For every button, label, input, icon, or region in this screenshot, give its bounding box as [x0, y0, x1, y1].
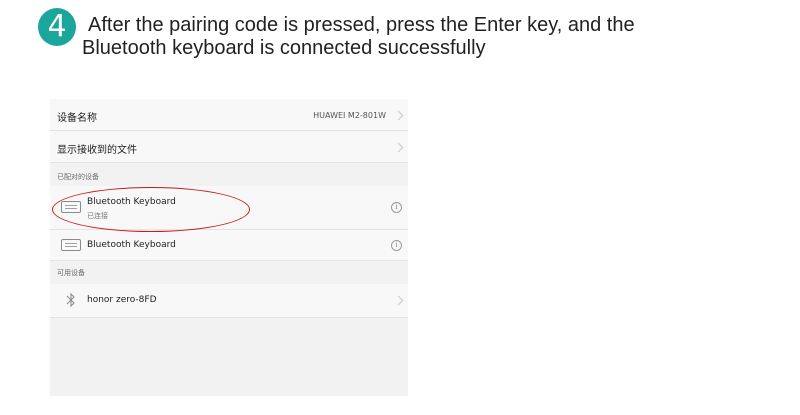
available-device-row[interactable]: honor zero-8FD	[50, 284, 408, 318]
connected-device-highlight-ellipse	[52, 187, 250, 232]
show-received-files-row[interactable]: 显示接收到的文件	[50, 131, 408, 163]
step-number-badge: 4	[38, 8, 76, 46]
device-name-row[interactable]: 设备名称 HUAWEI M2-801W	[50, 99, 408, 131]
bluetooth-icon	[66, 292, 75, 308]
chevron-right-icon	[393, 110, 404, 121]
show-received-files-label: 显示接收到的文件	[57, 145, 137, 156]
chevron-right-icon	[393, 295, 404, 306]
available-device-name: honor zero-8FD	[87, 295, 157, 305]
chevron-right-icon	[393, 142, 404, 153]
available-devices-header: 可用设备	[57, 269, 85, 277]
paired-devices-header: 已配对的设备	[57, 173, 99, 181]
paired-device-name: Bluetooth Keyboard	[87, 240, 176, 250]
device-name-label: 设备名称	[57, 113, 97, 124]
keyboard-icon	[61, 239, 81, 251]
step-instruction: After the pairing code is pressed, press…	[82, 14, 722, 60]
step-instruction-line1: After the pairing code is pressed, press…	[88, 14, 635, 36]
device-info-icon[interactable]: i	[391, 240, 402, 251]
device-name-value: HUAWEI M2-801W	[313, 111, 386, 120]
bluetooth-settings-screenshot: 设备名称 HUAWEI M2-801W 显示接收到的文件 已配对的设备 Blue…	[50, 99, 408, 396]
device-info-icon[interactable]: i	[391, 202, 402, 213]
step-instruction-line2: Bluetooth keyboard is connected successf…	[82, 37, 486, 59]
paired-device-row[interactable]: Bluetooth Keyboard i	[50, 230, 408, 261]
